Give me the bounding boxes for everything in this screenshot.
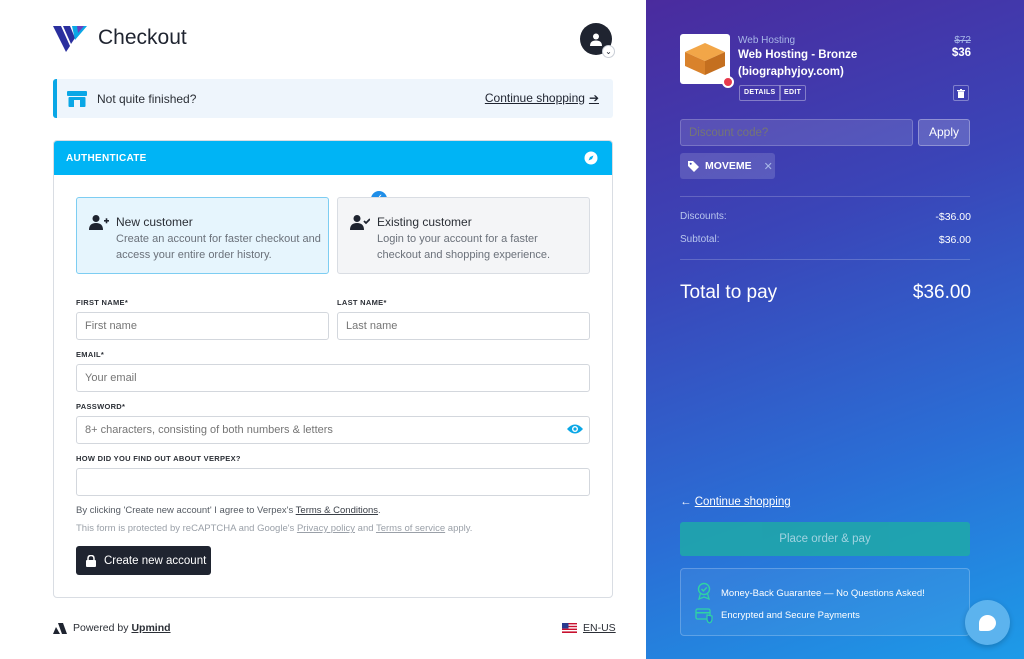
last-name-label: LAST NAME* [337, 298, 387, 307]
order-summary-panel: Web Hosting Web Hosting - Bronze (biogra… [646, 0, 1024, 659]
existing-customer-desc: Login to your account for a faster check… [377, 233, 551, 261]
chevron-down-icon: ⌄ [602, 45, 615, 58]
chat-bubble-icon [979, 614, 996, 631]
divider [680, 196, 970, 197]
lock-icon [86, 554, 96, 567]
brand: Checkout [53, 24, 187, 52]
trash-icon [957, 88, 965, 98]
new-customer-title: New customer [116, 215, 193, 229]
existing-customer-title: Existing customer [377, 215, 472, 229]
recaptcha-and: and [355, 523, 376, 534]
remove-coupon-icon[interactable]: ✕ [764, 160, 773, 173]
user-icon [590, 33, 602, 46]
verpex-logo-icon [53, 26, 87, 52]
continue-shopping-label: Continue shopping [484, 91, 585, 105]
divider [680, 259, 970, 260]
upmind-logo-icon [53, 622, 67, 634]
continue-shopping-label: Continue shopping [694, 496, 791, 508]
subtotal-value: $36.00 [938, 234, 971, 246]
place-order-button[interactable]: Place order & pay [680, 522, 970, 556]
email-input[interactable] [76, 364, 590, 392]
terms-prefix: By clicking 'Create new account' I agree… [76, 505, 296, 516]
terms-text: By clicking 'Create new account' I agree… [76, 505, 381, 516]
award-icon [697, 582, 711, 600]
checkout-form-panel: Checkout ⌄ Not quite finished? Continue … [0, 0, 646, 659]
user-menu-button[interactable]: ⌄ [580, 23, 615, 58]
secure-card-icon [695, 608, 713, 624]
arrow-left-icon: ← [680, 496, 692, 508]
create-account-button[interactable]: Create new account [76, 546, 211, 575]
guarantees-box: Money-Back Guarantee — No Questions Aske… [680, 568, 970, 636]
create-account-label: Create new account [104, 554, 207, 567]
product-badge-icon [722, 76, 734, 88]
terms-of-service-link[interactable]: Terms of service [376, 523, 445, 534]
store-icon [67, 90, 87, 107]
total-value: $36.00 [912, 282, 971, 303]
powered-by: Powered by Upmind [53, 622, 171, 634]
password-field [76, 416, 590, 444]
first-name-input[interactable] [76, 312, 329, 340]
discounts-value: -$36.00 [935, 211, 971, 223]
upmind-link[interactable]: Upmind [131, 622, 170, 634]
product-title: Web Hosting - Bronze [738, 49, 858, 61]
details-button[interactable]: DETAILS [739, 85, 781, 101]
new-customer-option[interactable]: New customer Create an account for faste… [76, 197, 329, 274]
compass-icon [584, 151, 598, 165]
first-name-label: FIRST NAME* [76, 298, 129, 307]
apply-discount-button[interactable]: Apply [918, 119, 970, 146]
old-price: $72 [954, 35, 971, 46]
page-title: Checkout [98, 26, 187, 49]
recaptcha-text: This form is protected by reCAPTCHA and … [76, 523, 472, 534]
product-image [680, 34, 734, 88]
remove-item-button[interactable] [953, 85, 969, 101]
secure-payments: Encrypted and Secure Payments [721, 610, 860, 621]
existing-customer-option[interactable]: Existing customer Login to your account … [337, 197, 590, 274]
product-price: $36 [951, 47, 971, 59]
product-category: Web Hosting [738, 35, 796, 46]
last-name-input[interactable] [337, 312, 590, 340]
product-name: Web Hosting - Bronze (biographyjoy.com) [738, 47, 898, 81]
source-input[interactable] [76, 468, 590, 496]
discount-code-input[interactable] [680, 119, 913, 146]
password-label: PASSWORD* [76, 402, 126, 411]
recaptcha-suffix: apply. [445, 523, 473, 534]
notice-message: Not quite finished? [97, 91, 197, 106]
authenticate-header: AUTHENTICATE [54, 141, 612, 175]
user-check-icon [350, 215, 370, 230]
language-selector[interactable]: EN-US [562, 622, 616, 634]
money-back-guarantee: Money-Back Guarantee — No Questions Aske… [721, 588, 925, 599]
edit-button[interactable]: EDIT [779, 85, 807, 101]
arrow-right-icon: ➔ [588, 91, 599, 105]
hosting-box-icon [685, 43, 725, 75]
authenticate-heading: AUTHENTICATE [66, 152, 147, 164]
eye-icon[interactable] [567, 422, 583, 436]
user-plus-icon [89, 215, 109, 230]
us-flag-icon [562, 623, 577, 633]
language-label: EN-US [583, 622, 616, 634]
terms-conditions-link[interactable]: Terms & Conditions [296, 505, 378, 516]
total-label: Total to pay [680, 282, 778, 303]
source-label: HOW DID YOU FIND OUT ABOUT VERPEX? [76, 454, 241, 463]
applied-coupon: MOVEME ✕ [680, 153, 775, 179]
chat-widget-button[interactable] [965, 600, 1010, 645]
terms-suffix: . [378, 505, 381, 516]
recaptcha-prefix: This form is protected by reCAPTCHA and … [76, 523, 297, 534]
continue-shopping-link[interactable]: Continue shopping ➔ [485, 91, 599, 105]
continue-shopping-link[interactable]: ← Continue shopping [680, 496, 791, 508]
product-domain: (biographyjoy.com) [738, 66, 844, 78]
email-label: EMAIL* [76, 350, 105, 359]
authenticate-card: AUTHENTICATE New customer Create an acco… [53, 140, 613, 598]
coupon-code: MOVEME [705, 160, 752, 172]
tag-icon [688, 160, 699, 172]
powered-by-label: Powered by [73, 622, 129, 634]
password-input[interactable] [76, 416, 590, 444]
subtotal-label: Subtotal: [680, 234, 720, 245]
privacy-policy-link[interactable]: Privacy policy [297, 523, 355, 534]
new-customer-desc: Create an account for faster checkout an… [116, 233, 321, 261]
discounts-label: Discounts: [680, 211, 727, 222]
unfinished-notice: Not quite finished? Continue shopping ➔ [53, 79, 613, 118]
